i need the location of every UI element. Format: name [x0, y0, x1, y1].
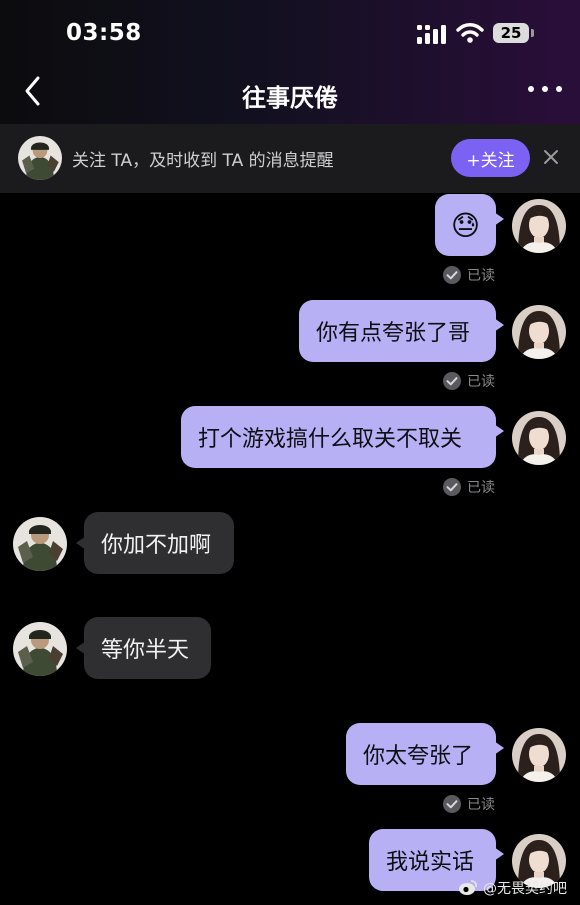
more-options-icon[interactable]	[528, 86, 562, 96]
read-receipt: 已读	[443, 265, 495, 285]
read-label: 已读	[467, 374, 495, 390]
follow-button[interactable]: +关注	[451, 139, 530, 177]
check-icon	[443, 372, 461, 390]
cellular-signal-icon	[417, 25, 446, 44]
message-text: 你太夸张了	[363, 744, 474, 769]
weibo-logo-icon	[459, 880, 478, 895]
sweat-emoji: 😓	[450, 208, 481, 242]
page-title: 往事厌倦	[242, 84, 338, 112]
watermark: @无畏契约吧	[458, 878, 567, 898]
check-icon	[443, 478, 461, 496]
check-icon	[443, 266, 461, 284]
read-label: 已读	[467, 797, 495, 813]
read-label: 已读	[467, 480, 495, 496]
follow-prompt-text: 关注 TA，及时收到 TA 的消息提醒	[72, 151, 334, 171]
message-bubble-mine[interactable]: 打个游戏搞什么取关不取关	[181, 406, 496, 468]
my-avatar[interactable]	[512, 411, 566, 465]
my-avatar[interactable]	[512, 728, 566, 782]
read-receipt: 已读	[443, 371, 495, 391]
bubble-tail	[494, 318, 504, 332]
message-text: 我说实话	[386, 850, 475, 875]
watermark-text: @无畏契约吧	[483, 881, 567, 897]
message-bubble-mine[interactable]: 😓	[435, 194, 496, 256]
bubble-tail	[494, 847, 504, 861]
bubble-tail	[494, 741, 504, 755]
bubble-tail	[494, 424, 504, 438]
battery-indicator: 25	[493, 23, 529, 43]
message-bubble-theirs[interactable]: 你加不加啊	[84, 512, 234, 574]
contact-avatar[interactable]	[18, 136, 62, 180]
message-text: 你加不加啊	[101, 533, 212, 558]
read-receipt: 已读	[443, 477, 495, 497]
read-label: 已读	[467, 268, 495, 284]
check-icon	[443, 795, 461, 813]
message-text: 你有点夸张了哥	[316, 321, 471, 346]
close-icon[interactable]	[542, 148, 560, 166]
my-avatar[interactable]	[512, 305, 566, 359]
message-text: 打个游戏搞什么取关不取关	[198, 427, 463, 452]
contact-avatar[interactable]	[13, 622, 67, 676]
read-receipt: 已读	[443, 794, 495, 814]
message-bubble-mine[interactable]: 你太夸张了	[346, 723, 496, 785]
message-bubble-theirs[interactable]: 等你半天	[84, 617, 211, 679]
message-bubble-mine[interactable]: 你有点夸张了哥	[299, 300, 496, 362]
contact-avatar[interactable]	[13, 517, 67, 571]
battery-cap-icon	[531, 29, 534, 37]
message-text: 等你半天	[101, 638, 190, 663]
wifi-icon	[456, 23, 484, 43]
my-avatar[interactable]	[512, 199, 566, 253]
status-time: 03:58	[66, 20, 142, 46]
bubble-tail	[494, 212, 504, 226]
